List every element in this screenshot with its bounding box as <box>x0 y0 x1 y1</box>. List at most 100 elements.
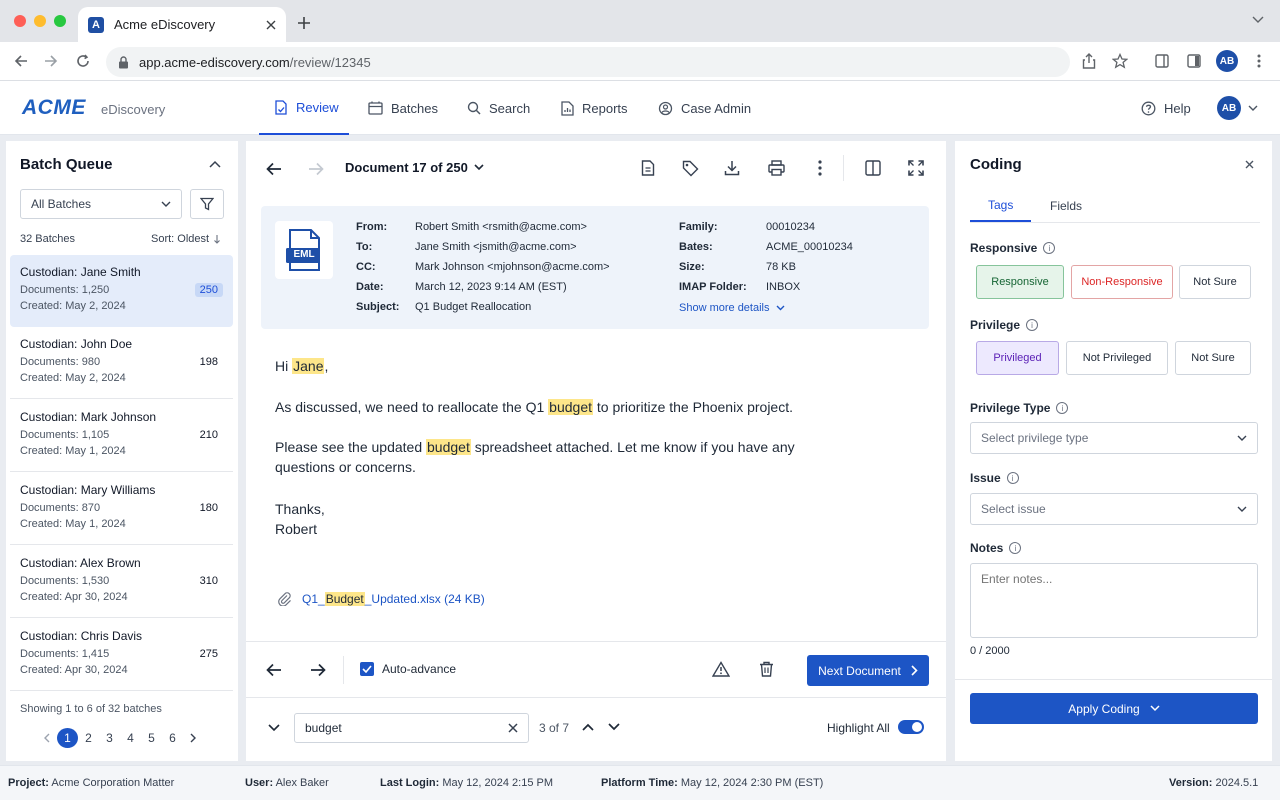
status-bar: Project: Acme Corporation Matter User: A… <box>0 765 1280 800</box>
info-icon[interactable]: i <box>1056 402 1069 414</box>
responsive-not-sure-button[interactable]: Not Sure <box>1179 265 1251 299</box>
responsive-button[interactable]: Responsive <box>976 265 1064 299</box>
info-icon[interactable]: i <box>1009 542 1022 554</box>
auto-advance-label: Auto-advance <box>382 662 457 676</box>
batch-item-jane-smith[interactable]: Custodian: Jane Smith Documents: 1,250 C… <box>10 255 233 327</box>
user-avatar[interactable]: AB <box>1217 96 1241 120</box>
reload-icon[interactable] <box>76 54 90 68</box>
tab-fields[interactable]: Fields <box>1032 189 1100 222</box>
batch-item-chris-davis[interactable]: Custodian: Chris Davis Documents: 1,415 … <box>10 619 233 691</box>
find-input[interactable]: budget <box>294 713 529 743</box>
browser-menu-icon[interactable] <box>1257 54 1261 68</box>
prev-page-icon[interactable] <box>36 728 57 748</box>
tab-search-chevron-icon[interactable] <box>1252 16 1264 24</box>
next-document-button[interactable]: Next Document <box>807 655 929 686</box>
email-signoff: Thanks, Robert <box>275 501 325 537</box>
nav-review[interactable]: Review <box>259 81 349 135</box>
document-info-icon[interactable] <box>641 160 655 176</box>
nav-search[interactable]: Search <box>467 81 530 135</box>
batch-name: Custodian: Mark Johnson <box>20 410 157 424</box>
page-4[interactable]: 4 <box>120 728 141 748</box>
back-arrow-icon[interactable] <box>14 54 28 68</box>
tab-close-icon[interactable] <box>266 20 276 30</box>
browser-profile-avatar[interactable]: AB <box>1216 50 1238 72</box>
issue-select[interactable]: Select issue <box>970 493 1258 525</box>
page-2[interactable]: 2 <box>78 728 99 748</box>
brand-logo[interactable]: ACME <box>22 96 86 120</box>
new-tab-icon[interactable] <box>297 16 311 30</box>
auto-advance-checkbox[interactable]: Auto-advance <box>360 662 456 676</box>
help-link[interactable]: Help <box>1141 81 1191 135</box>
batch-docs: Documents: 870 <box>20 502 101 514</box>
batch-filter-select[interactable]: All Batches <box>20 189 182 219</box>
forward-arrow-icon[interactable] <box>44 54 58 68</box>
close-coding-icon[interactable] <box>1245 160 1254 169</box>
show-more-details-link[interactable]: Show more details <box>679 302 785 314</box>
not-privileged-button[interactable]: Not Privileged <box>1066 341 1168 375</box>
collapse-chevron-icon[interactable] <box>209 160 221 168</box>
help-label: Help <box>1164 100 1191 116</box>
window-minimize-button[interactable] <box>34 15 46 27</box>
next-document-arrow-icon[interactable] <box>308 162 324 176</box>
apply-coding-button[interactable]: Apply Coding <box>970 693 1258 724</box>
nav-batches[interactable]: Batches <box>368 81 438 135</box>
print-icon[interactable] <box>768 160 785 176</box>
page-1[interactable]: 1 <box>57 728 78 748</box>
browser-tab[interactable]: A Acme eDiscovery <box>78 7 286 42</box>
notes-textarea[interactable] <box>970 563 1258 638</box>
sort-control[interactable]: Sort: Oldest <box>151 233 221 245</box>
download-icon[interactable] <box>724 160 740 176</box>
batch-item-mark-johnson[interactable]: Custodian: Mark Johnson Documents: 1,105… <box>10 400 233 472</box>
nav-reports[interactable]: Reports <box>561 81 628 135</box>
status-last-login: Last Login: May 12, 2024 2:15 PM <box>380 777 554 789</box>
page-6[interactable]: 6 <box>162 728 183 748</box>
batch-item-mary-williams[interactable]: Custodian: Mary Williams Documents: 870 … <box>10 473 233 545</box>
info-icon[interactable]: i <box>1043 242 1056 254</box>
brand-subtitle: eDiscovery <box>101 102 166 117</box>
privilege-not-sure-button[interactable]: Not Sure <box>1175 341 1251 375</box>
attachment-link[interactable]: Q1_Budget_Updated.xlsx (24 KB) <box>278 592 485 606</box>
page-5[interactable]: 5 <box>141 728 162 748</box>
split-view-icon[interactable] <box>865 160 881 176</box>
user-menu-chevron-icon[interactable] <box>1248 105 1258 112</box>
search-hit: budget <box>548 399 593 415</box>
non-responsive-button[interactable]: Non-Responsive <box>1071 265 1173 299</box>
batch-created: Created: May 2, 2024 <box>20 372 126 384</box>
coding-tabs: Tags Fields <box>970 189 1260 223</box>
nav-case-admin[interactable]: Case Admin <box>658 81 751 135</box>
fullscreen-icon[interactable] <box>908 160 924 176</box>
previous-hit-icon[interactable] <box>582 723 594 731</box>
prev-document-arrow-icon[interactable] <box>266 162 282 176</box>
clear-search-icon[interactable] <box>508 723 518 733</box>
privileged-button[interactable]: Privileged <box>976 341 1059 375</box>
tab-tags[interactable]: Tags <box>970 189 1032 222</box>
batch-item-alex-brown[interactable]: Custodian: Alex Brown Documents: 1,530 C… <box>10 546 233 618</box>
next-hit-icon[interactable] <box>608 723 620 731</box>
filter-button[interactable] <box>190 189 224 219</box>
warning-icon[interactable] <box>712 661 730 677</box>
next-arrow-icon[interactable] <box>310 663 326 677</box>
more-options-icon[interactable] <box>818 160 822 176</box>
batch-queue-panel: Batch Queue All Batches 32 Batches Sort:… <box>6 141 238 761</box>
share-icon[interactable] <box>1082 53 1096 69</box>
sidebar-toggle-icon[interactable] <box>1187 54 1201 68</box>
info-icon[interactable]: i <box>1006 472 1019 484</box>
batch-item-john-doe[interactable]: Custodian: John Doe Documents: 980 Creat… <box>10 327 233 399</box>
extensions-icon[interactable] <box>1155 54 1169 68</box>
prev-arrow-icon[interactable] <box>266 663 282 677</box>
highlight-all-toggle[interactable] <box>898 720 924 734</box>
privilege-type-select[interactable]: Select privilege type <box>970 422 1258 454</box>
document-selector[interactable]: Document 17 of 250 <box>345 160 484 175</box>
bookmark-star-icon[interactable] <box>1112 53 1128 69</box>
imap-folder-value: INBOX <box>766 281 801 293</box>
tag-icon[interactable] <box>682 160 699 177</box>
next-page-icon[interactable] <box>183 728 204 748</box>
window-close-button[interactable] <box>14 15 26 27</box>
window-zoom-button[interactable] <box>54 15 66 27</box>
trash-icon[interactable] <box>759 661 774 677</box>
info-icon[interactable]: i <box>1026 319 1039 331</box>
find-collapse-chevron-icon[interactable] <box>268 724 280 732</box>
address-bar[interactable]: app.acme-ediscovery.com/review/12345 <box>106 47 1070 77</box>
page-3[interactable]: 3 <box>99 728 120 748</box>
notes-label: Notes i <box>970 541 1022 555</box>
